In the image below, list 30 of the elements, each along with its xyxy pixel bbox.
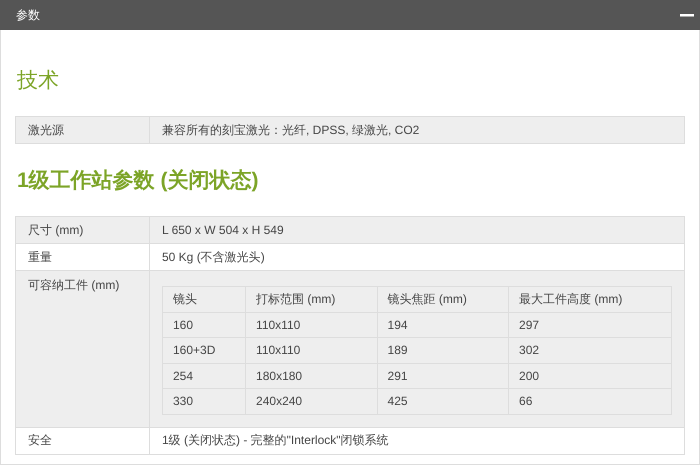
table-cell: 160+3D [162, 338, 246, 363]
table-cell: 291 [377, 363, 509, 388]
column-header: 最大工件高度 (mm) [508, 286, 672, 312]
table-cell: 189 [377, 338, 509, 363]
row-label: 安全 [16, 427, 150, 454]
column-header: 镜头焦距 (mm) [377, 286, 509, 312]
table-cell: 110x110 [246, 312, 378, 338]
row-label: 可容纳工件 (mm) [16, 270, 150, 427]
table-cell: 66 [508, 388, 672, 414]
row-value: 兼容所有的刻宝激光：光纤, DPSS, 绿激光, CO2 [150, 116, 684, 144]
row-value: 1级 (关闭状态) - 完整的"Interlock"闭锁系统 [150, 427, 684, 454]
column-header: 打标范围 (mm) [246, 286, 378, 312]
table-cell: 194 [377, 312, 509, 338]
table-cell: 240x240 [246, 388, 378, 414]
table-cell: 110x110 [246, 338, 378, 363]
table-cell: 330 [162, 388, 246, 414]
row-label: 尺寸 (mm) [16, 216, 150, 244]
section-heading: 1级工作站参数 (关闭状态) [17, 168, 260, 194]
row-label: 激光源 [16, 116, 150, 144]
table-cell: 425 [377, 388, 509, 414]
table-cell: 254 [162, 363, 246, 388]
table-cell: 160 [162, 312, 246, 338]
section-heading: 技术 [17, 68, 60, 94]
panel-title: 参数 [16, 6, 40, 24]
table-cell: 180x180 [246, 363, 378, 388]
column-header: 镜头 [162, 286, 246, 312]
table-cell: 297 [508, 312, 672, 338]
row-value: L 650 x W 504 x H 549 [150, 216, 684, 244]
table-cell: 200 [508, 363, 672, 388]
table-cell: 302 [508, 338, 672, 363]
